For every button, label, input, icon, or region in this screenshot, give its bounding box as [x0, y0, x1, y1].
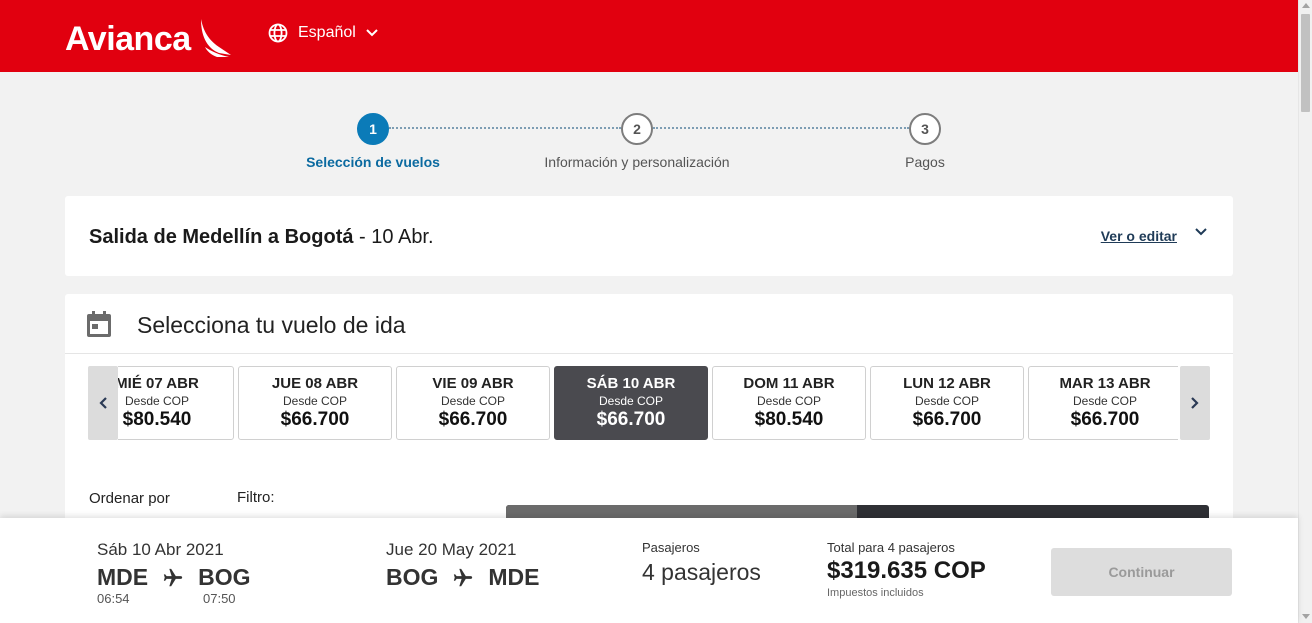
- language-selector[interactable]: Español: [268, 23, 378, 43]
- results-header-tab[interactable]: [506, 505, 857, 519]
- from-label: Desde COP: [440, 394, 506, 408]
- chevron-right-icon: [1191, 397, 1199, 409]
- date-label: LUN 12 ABR: [903, 375, 991, 392]
- return-date: Jue 20 May 2021: [386, 540, 517, 559]
- chevron-left-icon: [99, 397, 107, 409]
- passengers-label: Pasajeros: [642, 540, 700, 555]
- step-information: 2 Información y personalización: [517, 113, 757, 170]
- results-header-bar: [506, 505, 1209, 519]
- date-option[interactable]: MIÉ 07 ABR Desde COP $80.540: [118, 366, 234, 440]
- step-number: 3: [909, 113, 941, 145]
- step-number: 2: [621, 113, 653, 145]
- origin-code: MDE: [97, 564, 149, 590]
- passengers-value: 4 pasajeros: [642, 559, 761, 585]
- date-option[interactable]: LUN 12 ABR Desde COP $66.700: [870, 366, 1024, 440]
- date-list: MIÉ 07 ABR Desde COP $80.540 JUE 08 ABR …: [118, 366, 1178, 440]
- flight-selection-title: Selecciona tu vuelo de ida: [137, 312, 406, 338]
- date-option-selected[interactable]: SÁB 10 ABR Desde COP $66.700: [554, 366, 708, 440]
- step-label: Pagos: [905, 154, 945, 170]
- language-label: Español: [298, 24, 356, 41]
- avianca-logo[interactable]: Avianca: [65, 15, 233, 64]
- step-label: Información y personalización: [544, 154, 730, 170]
- arrival-time: 07:50: [203, 591, 236, 606]
- route-summary-card: Salida de Medellín a Bogotá - 10 Abr. Ve…: [65, 196, 1233, 276]
- step-flight-selection: 1 Selección de vuelos: [253, 113, 493, 170]
- flight-selection-card: Selecciona tu vuelo de ida MIÉ 07 ABR De…: [65, 294, 1233, 534]
- logo-text: Avianca: [65, 20, 191, 58]
- departure-time: 06:54: [97, 591, 130, 606]
- date-carousel: MIÉ 07 ABR Desde COP $80.540 JUE 08 ABR …: [88, 366, 1210, 440]
- carousel-prev-button[interactable]: [88, 366, 118, 440]
- globe-icon: [268, 23, 288, 43]
- from-label: Desde COP: [756, 394, 822, 408]
- date-option[interactable]: VIE 09 ABR Desde COP $66.700: [396, 366, 550, 440]
- chevron-down-icon: [366, 29, 378, 37]
- date-price: $66.700: [280, 409, 350, 430]
- step-label: Selección de vuelos: [306, 154, 440, 170]
- airplane-icon: [452, 567, 474, 589]
- logo-bird-icon: [195, 17, 233, 64]
- date-label: SÁB 10 ABR: [586, 375, 676, 392]
- continue-button[interactable]: Continuar: [1051, 548, 1232, 596]
- date-label: MAR 13 ABR: [1059, 375, 1151, 392]
- calendar-icon: [87, 311, 111, 337]
- date-label: DOM 11 ABR: [743, 375, 835, 392]
- outbound-leg: Sáb 10 Abr 2021 MDE BOG 06:54 07:50: [97, 540, 251, 606]
- date-option[interactable]: DOM 11 ABR Desde COP $80.540: [712, 366, 866, 440]
- origin-code: BOG: [386, 564, 439, 590]
- total-amount: $319.635 COP: [827, 557, 986, 584]
- scroll-down-arrow-icon[interactable]: [1302, 614, 1310, 619]
- from-label: Desde COP: [598, 394, 664, 408]
- date-label: VIE 09 ABR: [432, 375, 514, 392]
- from-label: Desde COP: [282, 394, 348, 408]
- step-payments: 3 Pagos: [805, 113, 1045, 170]
- view-edit-link[interactable]: Ver o editar: [1101, 228, 1177, 244]
- route-title-date: - 10 Abr.: [353, 226, 434, 248]
- total-summary: Total para 4 pasajeros $319.635 COP Impu…: [827, 540, 986, 599]
- date-option[interactable]: JUE 08 ABR Desde COP $66.700: [238, 366, 392, 440]
- outbound-date: Sáb 10 Abr 2021: [97, 540, 224, 559]
- scroll-up-arrow-icon[interactable]: [1302, 3, 1310, 8]
- destination-code: BOG: [198, 564, 251, 590]
- step-number: 1: [357, 113, 389, 145]
- date-price: $66.700: [912, 409, 982, 430]
- date-price: $66.700: [596, 409, 666, 430]
- return-leg: Jue 20 May 2021 BOG MDE: [386, 540, 540, 591]
- date-price: $80.540: [122, 409, 192, 430]
- from-label: Desde COP: [914, 394, 980, 408]
- flight-selection-header: Selecciona tu vuelo de ida: [65, 294, 1233, 354]
- date-price: $80.540: [754, 409, 824, 430]
- filter-label[interactable]: Filtro:: [237, 489, 275, 506]
- route-title: Salida de Medellín a Bogotá - 10 Abr.: [89, 226, 434, 249]
- date-label: JUE 08 ABR: [271, 375, 359, 392]
- date-price: $66.700: [1070, 409, 1140, 430]
- top-header: Avianca Español: [0, 0, 1298, 72]
- date-option[interactable]: MAR 13 ABR Desde COP $66.700: [1028, 366, 1178, 440]
- chevron-down-icon[interactable]: [1195, 228, 1207, 236]
- tax-note: Impuestos incluidos: [827, 587, 924, 599]
- scroll-thumb[interactable]: [1301, 14, 1310, 112]
- route-title-bold: Salida de Medellín a Bogotá: [89, 226, 354, 248]
- booking-stepper: 1 Selección de vuelos 2 Información y pe…: [0, 110, 1298, 180]
- from-label: Desde COP: [124, 394, 190, 408]
- from-label: Desde COP: [1072, 394, 1138, 408]
- sort-by-label[interactable]: Ordenar por: [89, 490, 170, 507]
- destination-code: MDE: [488, 564, 540, 590]
- passengers-summary: Pasajeros 4 pasajeros: [642, 540, 761, 586]
- carousel-next-button[interactable]: [1180, 366, 1210, 440]
- total-label: Total para 4 pasajeros: [827, 540, 955, 555]
- page-scrollbar[interactable]: [1298, 0, 1312, 623]
- airplane-icon: [162, 567, 184, 589]
- date-price: $66.700: [438, 409, 508, 430]
- date-label: MIÉ 07 ABR: [118, 375, 199, 392]
- booking-summary-bar: Sáb 10 Abr 2021 MDE BOG 06:54 07:50 Jue …: [0, 518, 1298, 623]
